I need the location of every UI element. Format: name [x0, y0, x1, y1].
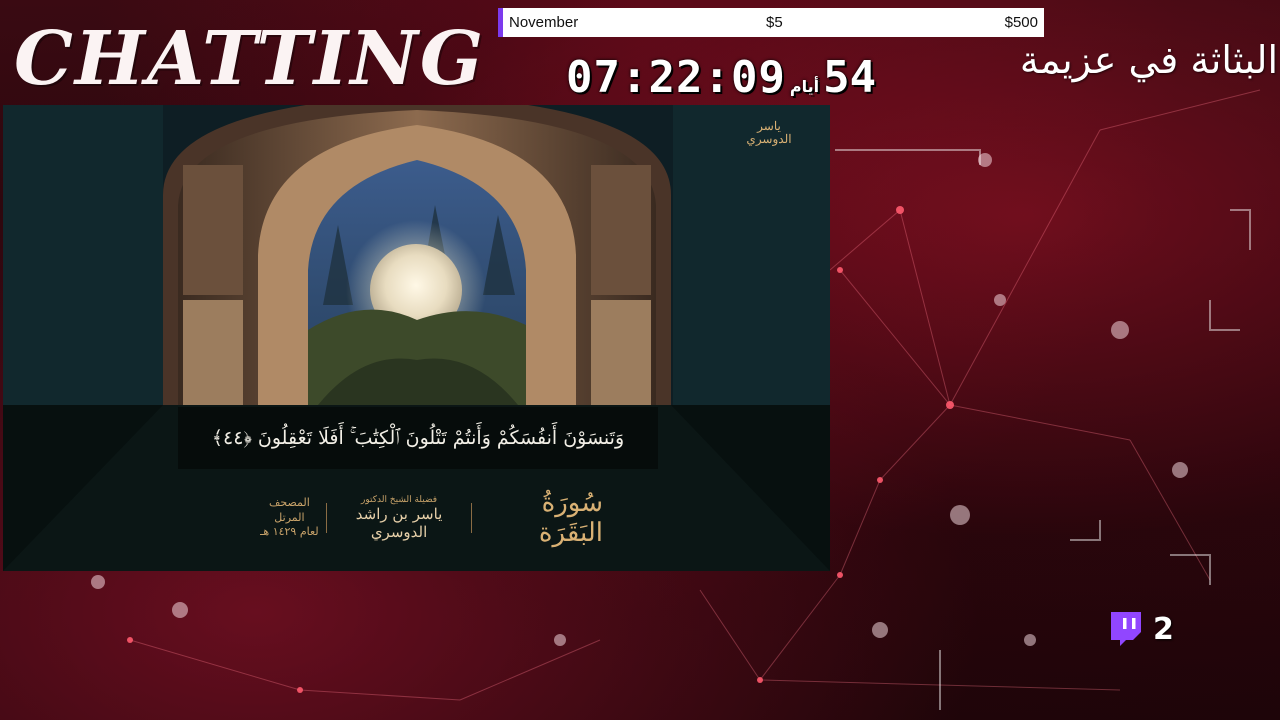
countdown-timer: 07:22:09 أيام 54 — [566, 52, 876, 103]
mushaf-line-1: المصحف المرتل — [269, 495, 310, 524]
surah-name: سُورَةُ البَقَرَة — [538, 488, 603, 548]
countdown-days-number: 54 — [823, 52, 877, 103]
donation-goal-bar: November $5 $500 — [498, 8, 1044, 37]
quran-verse-caption: وَتَنسَوْنَ أَنفُسَكُمْ وَأَنتُمْ تَتْلُ… — [178, 407, 658, 469]
twitch-icon — [1111, 612, 1141, 646]
stream-overlay: CHATTING November $5 $500 07:22:09 أيام … — [0, 0, 1280, 720]
reciter-logo: ياسر الدوسري — [738, 119, 800, 168]
reciter-logo-text: ياسر الدوسري — [746, 119, 792, 147]
reciter-credit: فضيلة الشيخ الدكتور ياسر بن راشد الدوسري — [327, 495, 471, 541]
footer-divider — [325, 503, 327, 533]
footer-divider — [471, 503, 473, 533]
mushaf-info: المصحف المرتل لعام ١٤٢٩ هـ — [253, 496, 326, 541]
reciter-prefix: فضيلة الشيخ الدكتور — [360, 495, 438, 505]
mushaf-line-2: لعام ١٤٢٩ هـ — [260, 525, 319, 539]
arabic-heading: البثاثة في عزيمة — [1019, 38, 1278, 82]
goal-month: November — [509, 14, 579, 31]
video-footer-credits: سُورَةُ البَقَرَة فضيلة الشيخ الدكتور يا… — [253, 488, 603, 548]
video-player-frame: ياسر الدوسري وَتَنسَوْنَ أَنفُسَكُمْ وَأ… — [3, 105, 830, 571]
countdown-days-label: أيام — [789, 77, 820, 96]
viewer-count: 2 — [1153, 611, 1174, 647]
goal-current-amount: $5 — [766, 14, 783, 31]
goal-target-amount: $500 — [1004, 14, 1038, 31]
twitch-viewer-counter: 2 — [1107, 610, 1174, 648]
chatting-title: CHATTING — [14, 16, 486, 102]
countdown-time: 07:22:09 — [566, 52, 786, 103]
reciter-name: ياسر بن راشد الدوسري — [355, 505, 443, 541]
